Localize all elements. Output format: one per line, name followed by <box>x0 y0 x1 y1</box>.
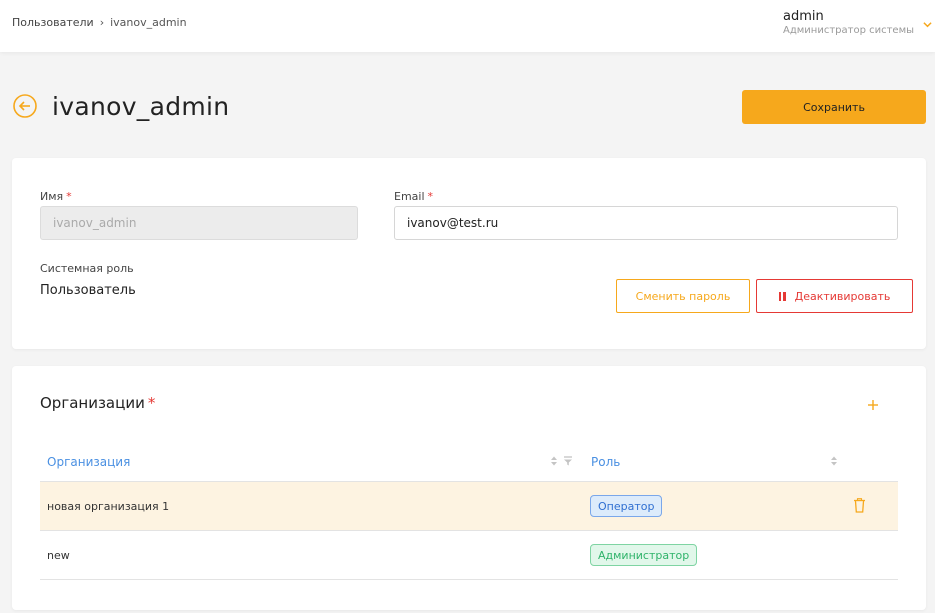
required-mark: * <box>147 394 156 412</box>
save-button[interactable]: Сохранить <box>742 90 926 124</box>
organization-name: новая организация 1 <box>47 500 170 513</box>
filter-icon[interactable] <box>564 456 572 466</box>
change-password-label: Сменить пароль <box>635 289 731 303</box>
table-header: Организация Роль <box>40 444 898 482</box>
sort-icon[interactable] <box>830 456 838 466</box>
name-label-text: Имя <box>40 190 64 203</box>
breadcrumb-current: ivanov_admin <box>110 16 187 29</box>
breadcrumb-separator: › <box>99 16 105 29</box>
email-label: Email * <box>394 190 433 203</box>
page-header: ivanov_admin <box>12 88 229 124</box>
column-header-role[interactable]: Роль <box>591 455 620 469</box>
page-title: ivanov_admin <box>52 91 230 121</box>
organizations-title: Организации * <box>40 394 155 412</box>
table-row[interactable]: новая организация 1 Оператор <box>40 482 898 531</box>
trash-icon[interactable] <box>853 498 866 513</box>
organizations-card: Организации * Организация Роль новая орг… <box>12 366 926 610</box>
user-menu[interactable]: admin Администратор системы <box>783 9 932 36</box>
organizations-table: Организация Роль новая организация 1 Опе… <box>40 444 898 580</box>
role-badge: Администратор <box>590 544 698 566</box>
organization-name: new <box>47 549 70 562</box>
email-label-text: Email <box>394 190 425 203</box>
column-header-organization[interactable]: Организация <box>47 455 130 469</box>
breadcrumb: Пользователи › ivanov_admin <box>12 16 187 29</box>
required-mark: * <box>427 190 434 203</box>
role-badge: Оператор <box>590 495 663 517</box>
sort-icon[interactable] <box>551 456 557 466</box>
user-details-card: Имя* Email* Системная роль Пользователь … <box>12 158 926 349</box>
pause-icon <box>778 291 786 301</box>
email-field[interactable] <box>394 206 898 240</box>
user-role: Администратор системы <box>783 25 915 36</box>
system-role-value: Пользователь <box>40 283 136 298</box>
table-row[interactable]: new Администратор <box>40 531 898 580</box>
system-role-label: Системная роль <box>40 262 134 275</box>
back-arrow-icon[interactable] <box>12 93 38 119</box>
change-password-button[interactable]: Сменить пароль <box>616 279 750 313</box>
chevron-down-icon[interactable] <box>923 20 932 29</box>
sort-filter-icons[interactable] <box>550 456 574 466</box>
name-label: Имя * <box>40 190 72 203</box>
deactivate-button[interactable]: Деактивировать <box>756 279 913 313</box>
required-mark: * <box>66 190 72 203</box>
user-name: admin <box>783 9 824 24</box>
plus-icon[interactable] <box>867 399 879 411</box>
top-bar: Пользователи › ivanov_admin admin Админи… <box>0 0 935 52</box>
name-field <box>40 206 358 240</box>
deactivate-label: Деактивировать <box>794 289 891 303</box>
organizations-title-text: Организации <box>40 394 145 412</box>
breadcrumb-users-link[interactable]: Пользователи <box>12 16 94 29</box>
